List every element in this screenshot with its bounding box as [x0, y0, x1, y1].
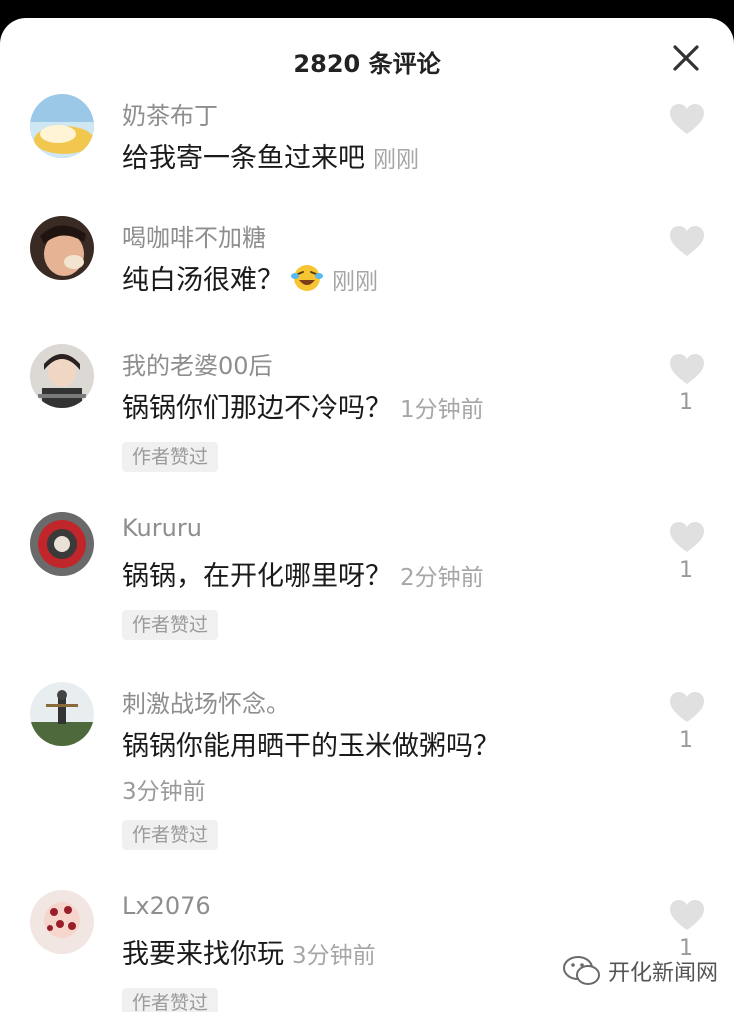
avatar[interactable] — [30, 512, 94, 576]
comment-time: 3分钟前 — [122, 779, 206, 805]
comment-body: 纯白汤很难？ — [122, 265, 284, 296]
avatar[interactable] — [30, 216, 94, 280]
comment-username[interactable]: 我的老婆00后 — [122, 346, 273, 381]
comment-count-title: 2820 条评论 — [293, 50, 441, 78]
comment-username[interactable]: 喝咖啡不加糖 — [122, 218, 266, 253]
heart-icon[interactable] — [668, 102, 706, 136]
comment-username[interactable]: Kururu — [122, 514, 202, 542]
like-count: 1 — [679, 390, 693, 415]
laughing-crying-emoji-icon — [291, 265, 323, 291]
avatar[interactable] — [30, 890, 94, 954]
comment-body: 我要来找你玩 — [122, 939, 284, 970]
author-liked-badge: 作者赞过 — [122, 442, 219, 472]
heart-icon[interactable] — [668, 898, 706, 932]
heart-icon[interactable] — [668, 224, 706, 258]
avatar[interactable] — [30, 344, 94, 408]
comment-body: 给我寄一条鱼过来吧 — [122, 143, 365, 174]
wechat-logo-icon — [563, 956, 600, 985]
like-count: 1 — [679, 728, 693, 753]
comment-time: 1分钟前 — [400, 397, 484, 423]
comment-time: 2分钟前 — [400, 565, 484, 591]
comment-text: 锅锅你能用晒干的玉米做粥吗？ — [122, 731, 500, 762]
watermark-text: 开化新闻网 — [608, 961, 719, 986]
author-liked-badge: 作者赞过 — [122, 988, 219, 1012]
heart-icon[interactable] — [668, 520, 706, 554]
like-count: 1 — [679, 558, 693, 583]
comment-text: 给我寄一条鱼过来吧 刚刚 — [122, 136, 419, 175]
author-liked-badge: 作者赞过 — [122, 610, 219, 640]
comment-time: 刚刚 — [332, 269, 378, 295]
comment-text: 锅锅，在开化哪里呀？ 2分钟前 — [122, 554, 484, 593]
comment-username[interactable]: 刺激战场怀念。 — [122, 684, 290, 719]
comment-text: 我要来找你玩 3分钟前 — [122, 932, 376, 971]
avatar[interactable] — [30, 682, 94, 746]
avatar[interactable] — [30, 94, 94, 158]
comment-sheet: 2820 条评论 奶茶布丁 给我寄一条鱼过来吧 刚刚 喝咖啡不加糖 纯白汤很难？… — [0, 18, 734, 1012]
comment-username[interactable]: Lx2076 — [122, 892, 211, 920]
comment-body: 锅锅，在开化哪里呀？ — [122, 561, 392, 592]
comment-header: 2820 条评论 — [0, 18, 734, 98]
heart-icon[interactable] — [668, 690, 706, 724]
watermark: 开化新闻网 — [562, 951, 718, 991]
close-icon[interactable] — [668, 40, 704, 76]
author-liked-badge: 作者赞过 — [122, 820, 219, 850]
comment-text: 纯白汤很难？ 刚刚 — [122, 258, 378, 297]
comment-text: 锅锅你们那边不冷吗？ 1分钟前 — [122, 386, 484, 425]
comment-body: 锅锅你们那边不冷吗？ — [122, 393, 392, 424]
comment-time: 3分钟前 — [292, 943, 376, 969]
heart-icon[interactable] — [668, 352, 706, 386]
comment-time: 刚刚 — [373, 147, 419, 173]
comment-username[interactable]: 奶茶布丁 — [122, 96, 218, 131]
